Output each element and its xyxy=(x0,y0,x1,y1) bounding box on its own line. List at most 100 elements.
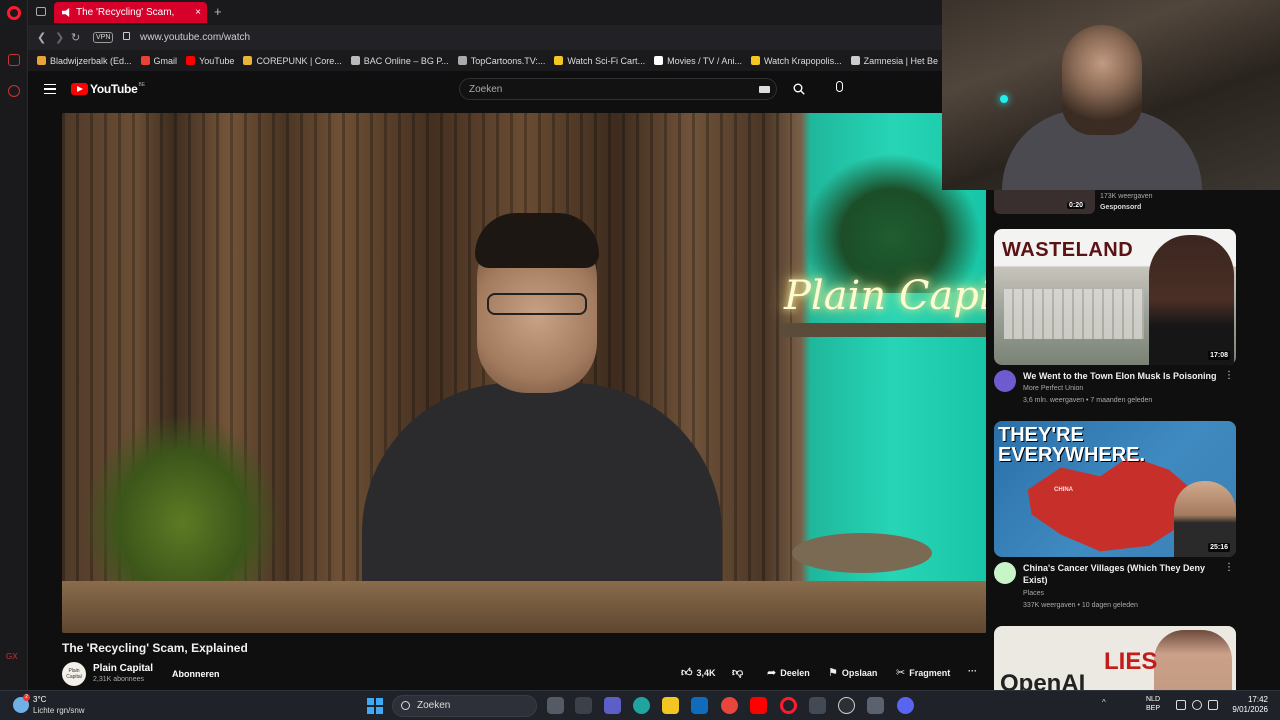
forward-icon[interactable]: ❯ xyxy=(55,31,64,44)
taskbar-search[interactable]: Zoeken xyxy=(392,695,537,717)
discord-icon[interactable] xyxy=(897,697,914,714)
video-player[interactable]: Plain Capital xyxy=(62,113,986,633)
opera-gx-icon[interactable] xyxy=(780,697,797,714)
temperature[interactable]: 3°C xyxy=(33,695,46,704)
bookmark-favicon-icon xyxy=(243,56,253,65)
bookmark-item[interactable]: Gmail xyxy=(140,56,177,66)
recommended-video-1[interactable]: WASTELAND 17:08 We Went to the Town Elon… xyxy=(994,229,1236,404)
bookmark-label: Bladwijzerbalk (Ed... xyxy=(50,55,132,66)
menu-icon[interactable] xyxy=(44,84,56,94)
save-button[interactable]: ⚑ Opslaan xyxy=(828,666,877,679)
outlook-icon[interactable] xyxy=(691,697,708,714)
history-icon[interactable] xyxy=(8,85,20,97)
new-tab-button[interactable]: + xyxy=(214,4,222,19)
youtube-header: YouTube BE xyxy=(28,71,942,109)
channel-name[interactable]: Plain Capital xyxy=(93,663,153,674)
youtube-logo[interactable]: YouTube BE xyxy=(71,82,145,96)
video-thumbnail[interactable]: WASTELAND 17:08 xyxy=(994,229,1236,365)
bookmark-item[interactable]: Watch Krapopolis... xyxy=(750,56,842,66)
microphone-icon[interactable] xyxy=(836,81,843,92)
keyboard-icon[interactable] xyxy=(759,86,770,93)
more-options-icon[interactable]: ⋮ xyxy=(1224,370,1234,381)
bookmark-item[interactable]: Watch Sci-Fi Cart... xyxy=(554,56,645,66)
url-field[interactable]: www.youtube.com/watch xyxy=(140,32,250,43)
recommended-video-3[interactable]: LIES OpenAI xyxy=(994,626,1236,690)
bookmark-item[interactable]: Zamnesia | Het Be xyxy=(850,56,938,66)
system-clock[interactable]: 17:42 9/01/2026 xyxy=(1224,695,1268,715)
opera-sidebar: GX xyxy=(0,0,28,690)
gx-label[interactable]: GX xyxy=(6,652,18,661)
bookmark-item[interactable]: YouTube xyxy=(186,56,234,66)
calculator-icon[interactable] xyxy=(809,697,826,714)
bookmark-favicon-icon xyxy=(37,56,46,65)
bookmark-item[interactable]: BAC Online – BG P... xyxy=(350,56,449,66)
bookmark-item[interactable]: COREPUNK | Core... xyxy=(243,56,342,66)
tab-close-icon[interactable]: × xyxy=(195,7,201,18)
video-title: The 'Recycling' Scam, Explained xyxy=(62,641,248,655)
search-icon[interactable] xyxy=(793,83,805,95)
youtube-app-icon[interactable] xyxy=(750,697,767,714)
tab-active[interactable]: The 'Recycling' Scam, × xyxy=(54,2,207,23)
bookmark-item[interactable]: TopCartoons.TV:... xyxy=(457,56,545,66)
tab-grid-icon[interactable] xyxy=(36,7,46,16)
bookmark-favicon-icon xyxy=(140,56,150,65)
video-thumbnail[interactable]: CHINA THEY'RE EVERYWHERE. 25:16 xyxy=(994,421,1236,557)
thumb-person xyxy=(1149,235,1234,365)
network-icon[interactable] xyxy=(1176,700,1186,710)
windows-start-icon[interactable] xyxy=(367,698,383,714)
teams-icon[interactable] xyxy=(604,697,621,714)
video-duration: 25:16 xyxy=(1208,543,1230,552)
file-explorer-icon[interactable] xyxy=(662,697,679,714)
subscriber-count: 2,31K abonnees xyxy=(93,676,144,683)
sponsored-item[interactable]: 0:20 173K weergaven Gesponsord xyxy=(994,190,1236,215)
vpn-badge[interactable]: VPN xyxy=(93,32,114,43)
opera-logo-icon[interactable] xyxy=(7,6,21,20)
thumb-buildings xyxy=(1004,289,1144,339)
weather-condition[interactable]: Lichte rgn/snw xyxy=(33,706,85,715)
chrome-icon[interactable] xyxy=(721,697,738,714)
task-view-icon[interactable] xyxy=(547,697,564,714)
bookmark-item[interactable]: Movies / TV / Ani... xyxy=(654,56,742,66)
shopping-bag-icon[interactable] xyxy=(8,54,20,66)
store-icon[interactable] xyxy=(575,697,592,714)
stool xyxy=(792,533,932,573)
settings-icon[interactable] xyxy=(867,697,884,714)
channel-name[interactable]: Places xyxy=(1023,590,1044,597)
video-title[interactable]: China's Cancer Villages (Which They Deny… xyxy=(1023,562,1218,586)
video-title[interactable]: We Went to the Town Elon Musk Is Poisoni… xyxy=(1023,370,1218,382)
search-box xyxy=(459,78,777,100)
like-count: 3,4K xyxy=(696,667,716,678)
search-input[interactable] xyxy=(460,79,740,100)
screen: GX The 'Recycling' Scam, × + ❮ ❯ ↻ VPN w… xyxy=(0,0,1280,720)
clip-label: Fragment xyxy=(909,667,951,678)
channel-avatar[interactable] xyxy=(994,562,1016,584)
thumbnail-text: LIES xyxy=(1104,648,1158,675)
channel-name[interactable]: More Perfect Union xyxy=(1023,385,1083,392)
reload-icon[interactable]: ↻ xyxy=(71,31,80,44)
like-button[interactable]: 👍︎ 3,4K xyxy=(681,666,716,679)
channel-avatar[interactable]: Plain Capital xyxy=(62,662,86,686)
channel-avatar[interactable] xyxy=(994,370,1016,392)
lock-icon[interactable] xyxy=(123,32,130,40)
battery-icon[interactable] xyxy=(1208,700,1218,710)
keyboard-language[interactable]: NLD BEP xyxy=(1146,695,1160,713)
more-actions-button[interactable]: ··· xyxy=(968,666,977,676)
neon-sign: Plain Capital xyxy=(784,273,986,319)
volume-icon[interactable] xyxy=(1192,700,1202,710)
webcam-overlay xyxy=(942,0,1280,190)
tray-chevron-icon[interactable]: ^ xyxy=(1102,698,1112,708)
back-icon[interactable]: ❮ xyxy=(37,31,46,44)
more-options-icon[interactable]: ⋮ xyxy=(1224,562,1234,573)
share-arrow-icon: ➦ xyxy=(767,667,777,679)
edge-icon[interactable] xyxy=(633,697,650,714)
subscribe-button[interactable]: Abonneren xyxy=(165,664,227,683)
desk xyxy=(62,581,986,633)
thumbs-up-icon: 👍︎ xyxy=(681,667,693,679)
video-thumbnail[interactable]: LIES OpenAI xyxy=(994,626,1236,690)
recommended-video-2[interactable]: CHINA THEY'RE EVERYWHERE. 25:16 China's … xyxy=(994,421,1236,609)
bookmark-item[interactable]: Bladwijzerbalk (Ed... xyxy=(37,56,132,66)
share-button[interactable]: ➦ Deelen xyxy=(767,666,810,679)
obs-icon[interactable] xyxy=(838,697,855,714)
clip-button[interactable]: ✂ Fragment xyxy=(896,666,950,679)
dislike-button[interactable]: 👎︎ xyxy=(732,666,747,679)
